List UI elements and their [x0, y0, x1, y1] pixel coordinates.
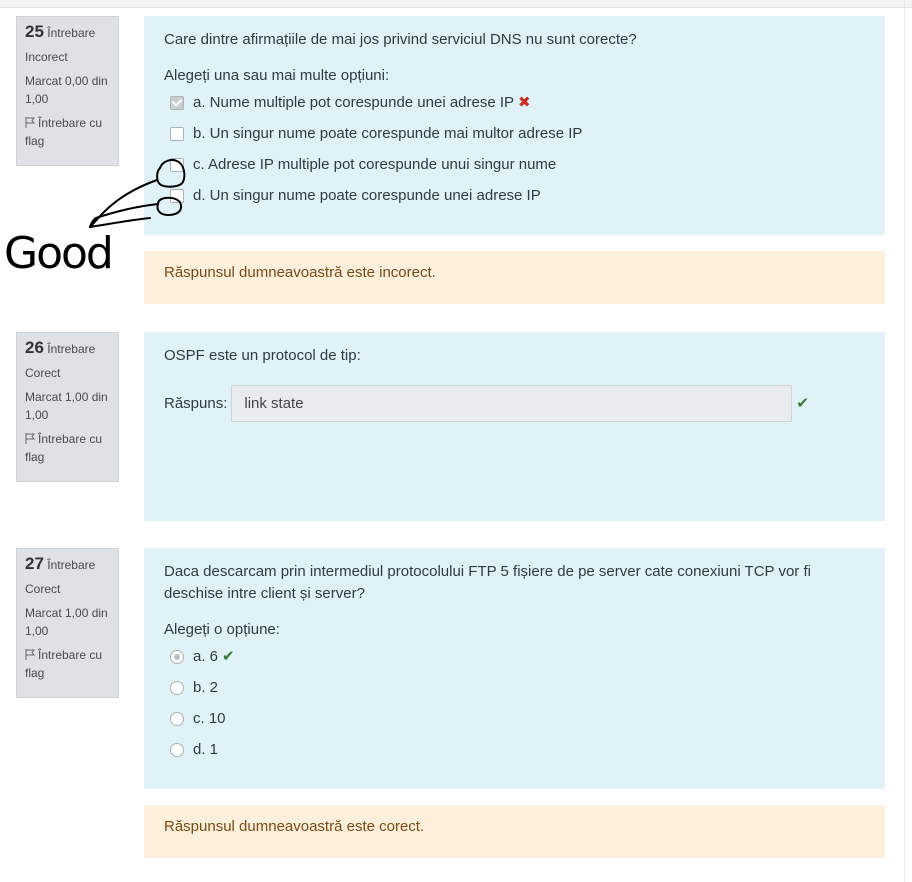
question-info-25: 25 Întrebare Incorect Marcat 0,00 din 1,… [16, 16, 119, 166]
option-d-checkbox[interactable] [170, 189, 184, 203]
check-icon: ✔ [222, 648, 235, 665]
question-label: Întrebare [47, 558, 96, 572]
question-number: 27 [25, 554, 44, 573]
flag-label: Întrebare cu flag [25, 116, 103, 148]
option-a-checkbox[interactable] [170, 96, 184, 110]
option-b-label: b. Un singur nume poate corespunde mai m… [193, 125, 583, 142]
flag-icon [25, 117, 36, 128]
flag-label: Întrebare cu flag [25, 648, 103, 680]
question-mark: Marcat 1,00 din 1,00 [25, 390, 108, 422]
option-d-radio[interactable] [170, 743, 184, 757]
option-d[interactable]: d. 1 [164, 734, 865, 765]
option-c-checkbox[interactable] [170, 158, 184, 172]
flag-icon [25, 433, 36, 444]
option-b[interactable]: b. Un singur nume poate corespunde mai m… [164, 118, 865, 149]
question-state: Incorect [25, 50, 68, 64]
flag-label: Întrebare cu flag [25, 432, 103, 464]
option-a-radio[interactable] [170, 650, 184, 664]
question-label: Întrebare [47, 26, 96, 40]
option-b-checkbox[interactable] [170, 127, 184, 141]
flag-question-link[interactable]: Întrebare cu flag [25, 114, 118, 150]
answer-input[interactable]: link state [231, 385, 793, 422]
answer-prompt: Alegeți una sau mai multe opțiuni: [164, 67, 390, 84]
answer-label: Răspuns: [164, 394, 228, 412]
question-text: Daca descarcam prin intermediul protocol… [164, 563, 811, 602]
option-a-label: a. Nume multiple pot corespunde unei adr… [193, 94, 515, 111]
annotation-text: Good [4, 228, 112, 279]
question-content-25: Care dintre afirmațiile de mai jos privi… [144, 16, 885, 235]
option-b-label: b. 2 [193, 679, 219, 696]
answer-row: Răspuns: link state ✔ [164, 385, 865, 422]
question-info-27: 27 Întrebare Corect Marcat 1,00 din 1,00… [16, 548, 119, 698]
answer-prompt: Alegeți o opțiune: [164, 621, 280, 638]
question-number: 25 [25, 22, 44, 41]
feedback-27: Răspunsul dumneavoastră este corect. [144, 805, 885, 858]
question-content-27: Daca descarcam prin intermediul protocol… [144, 548, 885, 789]
feedback-text: Răspunsul dumneavoastră este incorect. [164, 264, 436, 281]
option-b[interactable]: b. 2 [164, 672, 865, 703]
option-c[interactable]: c. 10 [164, 703, 865, 734]
option-c-label: c. 10 [193, 710, 226, 727]
option-c-label: c. Adrese IP multiple pot corespunde unu… [193, 156, 557, 173]
question-number: 26 [25, 338, 44, 357]
connector-stroke-3 [89, 217, 151, 228]
flag-question-link[interactable]: Întrebare cu flag [25, 430, 118, 466]
option-c-radio[interactable] [170, 712, 184, 726]
top-divider [0, 0, 912, 8]
option-a-label: a. 6 [193, 648, 219, 665]
option-d-label: d. 1 [193, 741, 219, 758]
cross-icon: ✖ [518, 94, 531, 111]
feedback-25: Răspunsul dumneavoastră este incorect. [144, 251, 885, 304]
question-mark: Marcat 1,00 din 1,00 [25, 606, 108, 638]
question-state: Corect [25, 582, 61, 596]
question-state: Corect [25, 366, 61, 380]
question-info-26: 26 Întrebare Corect Marcat 1,00 din 1,00… [16, 332, 119, 482]
option-c[interactable]: c. Adrese IP multiple pot corespunde unu… [164, 149, 865, 180]
flag-icon [25, 649, 36, 660]
option-b-radio[interactable] [170, 681, 184, 695]
option-a[interactable]: a. 6 ✔ [164, 641, 865, 672]
right-divider [904, 0, 905, 882]
question-text: OSPF este un protocol de tip: [164, 347, 361, 364]
question-label: Întrebare [47, 342, 96, 356]
option-a[interactable]: a. Nume multiple pot corespunde unei adr… [164, 87, 865, 118]
question-text: Care dintre afirmațiile de mai jos privi… [164, 31, 637, 48]
question-mark: Marcat 0,00 din 1,00 [25, 74, 108, 106]
check-icon: ✔ [796, 394, 809, 412]
flag-question-link[interactable]: Întrebare cu flag [25, 646, 118, 682]
option-d-label: d. Un singur nume poate corespunde unei … [193, 187, 541, 204]
question-content-26: OSPF este un protocol de tip: Răspuns: l… [144, 332, 885, 521]
feedback-text: Răspunsul dumneavoastră este corect. [164, 818, 425, 835]
option-d[interactable]: d. Un singur nume poate corespunde unei … [164, 180, 865, 211]
